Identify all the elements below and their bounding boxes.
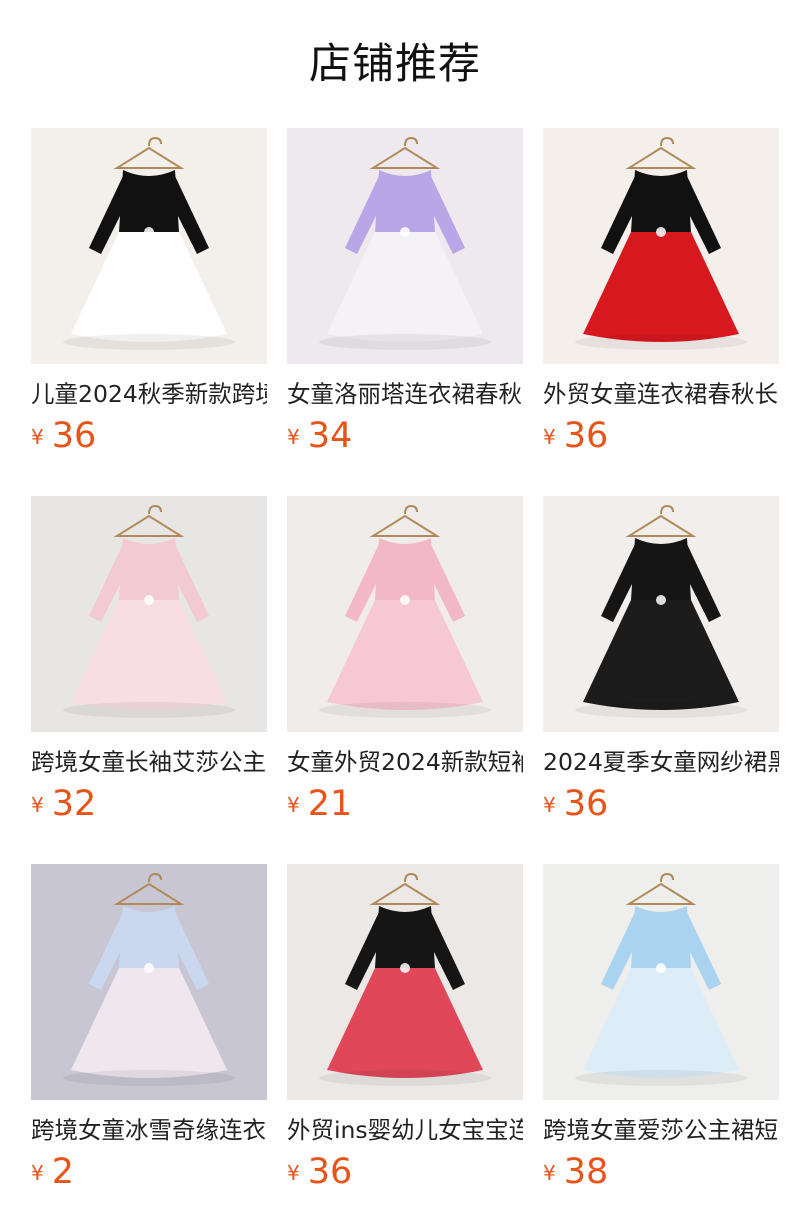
product-name[interactable]: 外贸女童连衣裙春秋长: [543, 376, 779, 412]
currency-symbol: ¥: [543, 793, 556, 817]
product-price: ¥38: [543, 1150, 779, 1200]
currency-symbol: ¥: [543, 1161, 556, 1185]
section-title: 店铺推荐: [308, 39, 481, 88]
currency-symbol: ¥: [287, 425, 300, 449]
product-price: ¥32: [31, 782, 267, 832]
price-value: 21: [307, 784, 353, 824]
price-value: 36: [563, 416, 609, 456]
currency-symbol: ¥: [287, 793, 300, 817]
product-name[interactable]: 跨境女童爱莎公主裙短: [543, 1112, 779, 1148]
product-price: ¥36: [31, 414, 267, 464]
product-price: ¥36: [287, 1150, 523, 1200]
product-name[interactable]: 跨境女童长袖艾莎公主: [31, 744, 267, 780]
product-card[interactable]: 外贸ins婴幼儿女宝宝连 ¥36: [287, 864, 523, 1200]
lavender-lolita-dress-image[interactable]: [287, 128, 523, 364]
product-card[interactable]: 女童洛丽塔连衣裙春秋 ¥34: [287, 128, 523, 464]
pink-sequin-tutu-dress-image[interactable]: [287, 496, 523, 732]
product-name[interactable]: 外贸ins婴幼儿女宝宝连: [287, 1112, 523, 1148]
black-red-plaid-dress-image[interactable]: [287, 864, 523, 1100]
product-card[interactable]: 跨境女童冰雪奇缘连衣 ¥2: [31, 864, 267, 1200]
product-price: ¥36: [543, 414, 779, 464]
product-price: ¥2: [31, 1150, 267, 1200]
price-value: 38: [563, 1152, 609, 1192]
price-value: 32: [51, 784, 97, 824]
product-card[interactable]: 女童外贸2024新款短袖 ¥21: [287, 496, 523, 832]
product-card[interactable]: 儿童2024秋季新款跨境 ¥36: [31, 128, 267, 464]
rainbow-elsa-dress-image[interactable]: [31, 864, 267, 1100]
price-value: 2: [51, 1152, 75, 1192]
product-price: ¥36: [543, 782, 779, 832]
currency-symbol: ¥: [287, 1161, 300, 1185]
product-card[interactable]: 外贸女童连衣裙春秋长 ¥36: [543, 128, 779, 464]
product-price: ¥21: [287, 782, 523, 832]
blue-elsa-collar-dress-image[interactable]: [543, 864, 779, 1100]
product-name[interactable]: 儿童2024秋季新款跨境: [31, 376, 267, 412]
pink-elsa-dress-girl-image[interactable]: [31, 496, 267, 732]
price-value: 36: [51, 416, 97, 456]
product-card[interactable]: 2024夏季女童网纱裙黑 ¥36: [543, 496, 779, 832]
black-red-polka-dress-image[interactable]: [543, 128, 779, 364]
product-card[interactable]: 跨境女童长袖艾莎公主 ¥32: [31, 496, 267, 832]
product-price: ¥34: [287, 414, 523, 464]
currency-symbol: ¥: [543, 425, 556, 449]
product-name[interactable]: 2024夏季女童网纱裙黑: [543, 744, 779, 780]
product-name[interactable]: 女童外贸2024新款短袖: [287, 744, 523, 780]
price-value: 34: [307, 416, 353, 456]
product-card[interactable]: 跨境女童爱莎公主裙短 ¥38: [543, 864, 779, 1200]
price-value: 36: [307, 1152, 353, 1192]
black-tulle-dress-image[interactable]: [543, 496, 779, 732]
product-name[interactable]: 女童洛丽塔连衣裙春秋: [287, 376, 523, 412]
currency-symbol: ¥: [31, 793, 44, 817]
price-value: 36: [563, 784, 609, 824]
currency-symbol: ¥: [31, 425, 44, 449]
currency-symbol: ¥: [31, 1161, 44, 1185]
product-name[interactable]: 跨境女童冰雪奇缘连衣: [31, 1112, 267, 1148]
black-white-heart-dress-image[interactable]: [31, 128, 267, 364]
